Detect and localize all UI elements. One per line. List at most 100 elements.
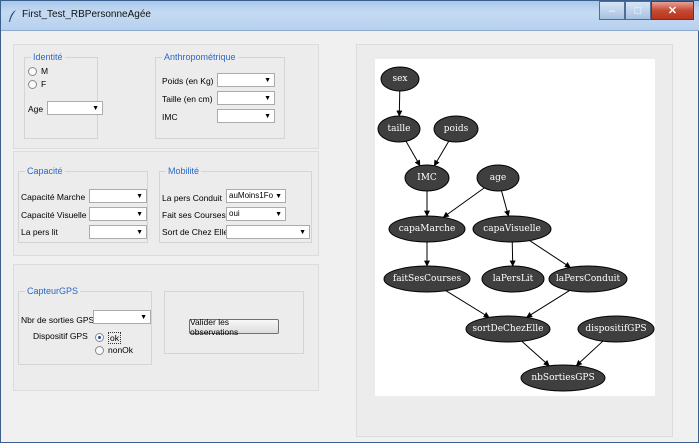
fait-courses-label: Fait ses Courses <box>162 210 226 220</box>
group-title-identite: Identité <box>31 52 65 62</box>
edge-faitSesCourses-to-sortDeChezElle <box>445 290 490 318</box>
node-capaVisuelle: capaVisuelle <box>472 215 552 243</box>
sex-label-m: M <box>41 66 49 76</box>
dispositif-label: Dispositif GPS <box>33 331 88 341</box>
poids-select[interactable]: ▼ <box>217 73 275 87</box>
maximize-icon: □ <box>634 4 642 17</box>
sex-radio-m[interactable] <box>28 67 37 76</box>
capacite-marche-select[interactable]: ▼ <box>89 189 147 203</box>
chevron-down-icon: ▼ <box>275 211 282 218</box>
node-label: laPersLit <box>493 274 534 284</box>
node-label: taille <box>388 124 411 134</box>
taille-select[interactable]: ▼ <box>217 91 275 105</box>
age-select[interactable]: ▼ <box>47 101 103 115</box>
nbr-sorties-label: Nbr de sorties GPS <box>21 315 95 325</box>
sort-chez-elle-select[interactable]: ▼ <box>226 225 310 239</box>
node-label: dispositifGPS <box>585 324 646 334</box>
la-pers-lit-select[interactable]: ▼ <box>89 225 147 239</box>
edge-sex-to-taille <box>396 90 403 117</box>
capacite-visuelle-select[interactable]: ▼ <box>89 207 147 221</box>
sex-label-f: F <box>41 79 47 89</box>
node-laPersLit: laPersLit <box>481 265 545 293</box>
node-age: age <box>476 164 520 192</box>
la-pers-lit-label: La pers lit <box>21 227 58 237</box>
group-title-anthropometrique: Anthropométrique <box>162 52 238 62</box>
fait-courses-value: oui <box>229 209 240 218</box>
poids-label: Poids (en Kg) <box>162 76 214 86</box>
dispositif-radio-nonok[interactable] <box>95 346 104 355</box>
node-label: sortDeChezElle <box>473 324 544 334</box>
client-area: Identité M F Age ▼ Anthropométrique Poid… <box>8 32 694 437</box>
pers-conduit-label: La pers Conduit <box>162 193 223 203</box>
node-nbSortiesGPS: nbSortiesGPS <box>520 364 606 392</box>
pers-conduit-select[interactable]: auMoins1Fo ▼ <box>226 189 286 203</box>
sex-radio-f[interactable] <box>28 80 37 89</box>
edge-taille-to-IMC <box>405 141 421 167</box>
node-label: laPersConduit <box>556 274 621 284</box>
close-icon: ✕ <box>667 5 678 17</box>
edge-sortDeChezElle-to-nbSortiesGPS <box>521 340 550 367</box>
node-label: sex <box>392 74 407 84</box>
chevron-down-icon: ▼ <box>136 229 143 236</box>
age-label: Age <box>28 104 44 114</box>
window-title: First_Test_RBPersonneAgée <box>22 9 151 20</box>
minimize-icon: – <box>608 4 616 17</box>
node-label: capaVisuelle <box>483 224 541 234</box>
node-laPersConduit: laPersConduit <box>548 265 628 293</box>
chevron-down-icon: ▼ <box>299 229 306 236</box>
nbr-sorties-select[interactable]: ▼ <box>93 310 151 324</box>
node-sortDeChezElle: sortDeChezElle <box>465 315 551 343</box>
node-poids: poids <box>433 115 479 143</box>
feather-icon <box>9 10 16 22</box>
network-diagram: sex taille poids IMC age capaMarche capaVisuel… <box>377 66 655 392</box>
fait-courses-select[interactable]: oui ▼ <box>226 207 286 221</box>
panel-capteur: CapteurGPS Nbr de sorties GPS ▼ Disposit… <box>13 264 319 391</box>
node-label: faitSesCourses <box>393 274 462 284</box>
dispositif-label-nonok: nonOk <box>108 345 134 355</box>
group-mobilite: Mobilité La pers Conduit auMoins1Fo ▼ Fa… <box>159 166 312 243</box>
imc-select[interactable]: ▼ <box>217 109 275 123</box>
chevron-down-icon: ▼ <box>275 193 282 200</box>
node-label: IMC <box>417 173 437 183</box>
chevron-down-icon: ▼ <box>264 77 271 84</box>
sort-chez-elle-label: Sort de Chez Elle <box>162 227 229 237</box>
app-window: First_Test_RBPersonneAgée – □ ✕ Identité… <box>0 0 699 443</box>
title-bar[interactable]: First_Test_RBPersonneAgée – □ ✕ <box>1 1 699 31</box>
validate-button[interactable]: Valider les observations <box>189 317 279 337</box>
bayesian-network-graph: sex taille poids IMC age capaMarche capaVisuel… <box>375 59 655 396</box>
validate-box: Valider les observations <box>164 291 304 354</box>
group-capteur-gps: CapteurGPS Nbr de sorties GPS ▼ Disposit… <box>18 286 152 365</box>
chevron-down-icon: ▼ <box>136 211 143 218</box>
edge-age-to-capaMarche <box>442 187 485 218</box>
close-button[interactable]: ✕ <box>651 1 694 20</box>
panel-graph: sex taille poids IMC age capaMarche capaVisuel… <box>356 44 673 437</box>
group-identite: Identité M F Age ▼ <box>24 52 103 139</box>
edge-laPersConduit-to-sortDeChezElle <box>526 290 570 318</box>
node-label: capaMarche <box>399 224 456 234</box>
window-controls: – □ ✕ <box>599 1 694 20</box>
dispositif-radio-ok[interactable] <box>95 333 104 342</box>
dispositif-label-ok: ok <box>108 332 121 344</box>
maximize-button[interactable]: □ <box>625 1 651 20</box>
node-sex: sex <box>380 66 420 92</box>
imc-label: IMC <box>162 112 178 122</box>
chevron-down-icon: ▼ <box>264 113 271 120</box>
node-IMC: IMC <box>404 164 450 192</box>
group-title-capteur: CapteurGPS <box>25 286 81 296</box>
edge-poids-to-IMC <box>433 141 450 167</box>
node-label: poids <box>444 124 469 134</box>
capacite-visuelle-label: Capacité Visuelle <box>21 210 87 220</box>
pers-conduit-value: auMoins1Fo <box>229 191 274 200</box>
minimize-button[interactable]: – <box>599 1 625 20</box>
chevron-down-icon: ▼ <box>140 314 147 321</box>
node-label: age <box>490 173 506 183</box>
node-taille: taille <box>377 115 421 143</box>
edge-age-to-capaVisuelle <box>501 190 510 217</box>
chevron-down-icon: ▼ <box>92 105 99 112</box>
taille-label: Taille (en cm) <box>162 94 213 104</box>
panel-capacite: Capacité Capacité Marche ▼ Capacité Visu… <box>13 151 319 256</box>
group-title-mobilite: Mobilité <box>166 166 202 176</box>
group-anthropometrique: Anthropométrique Poids (en Kg) ▼ Taille … <box>155 52 285 139</box>
chevron-down-icon: ▼ <box>264 95 271 102</box>
chevron-down-icon: ▼ <box>136 193 143 200</box>
